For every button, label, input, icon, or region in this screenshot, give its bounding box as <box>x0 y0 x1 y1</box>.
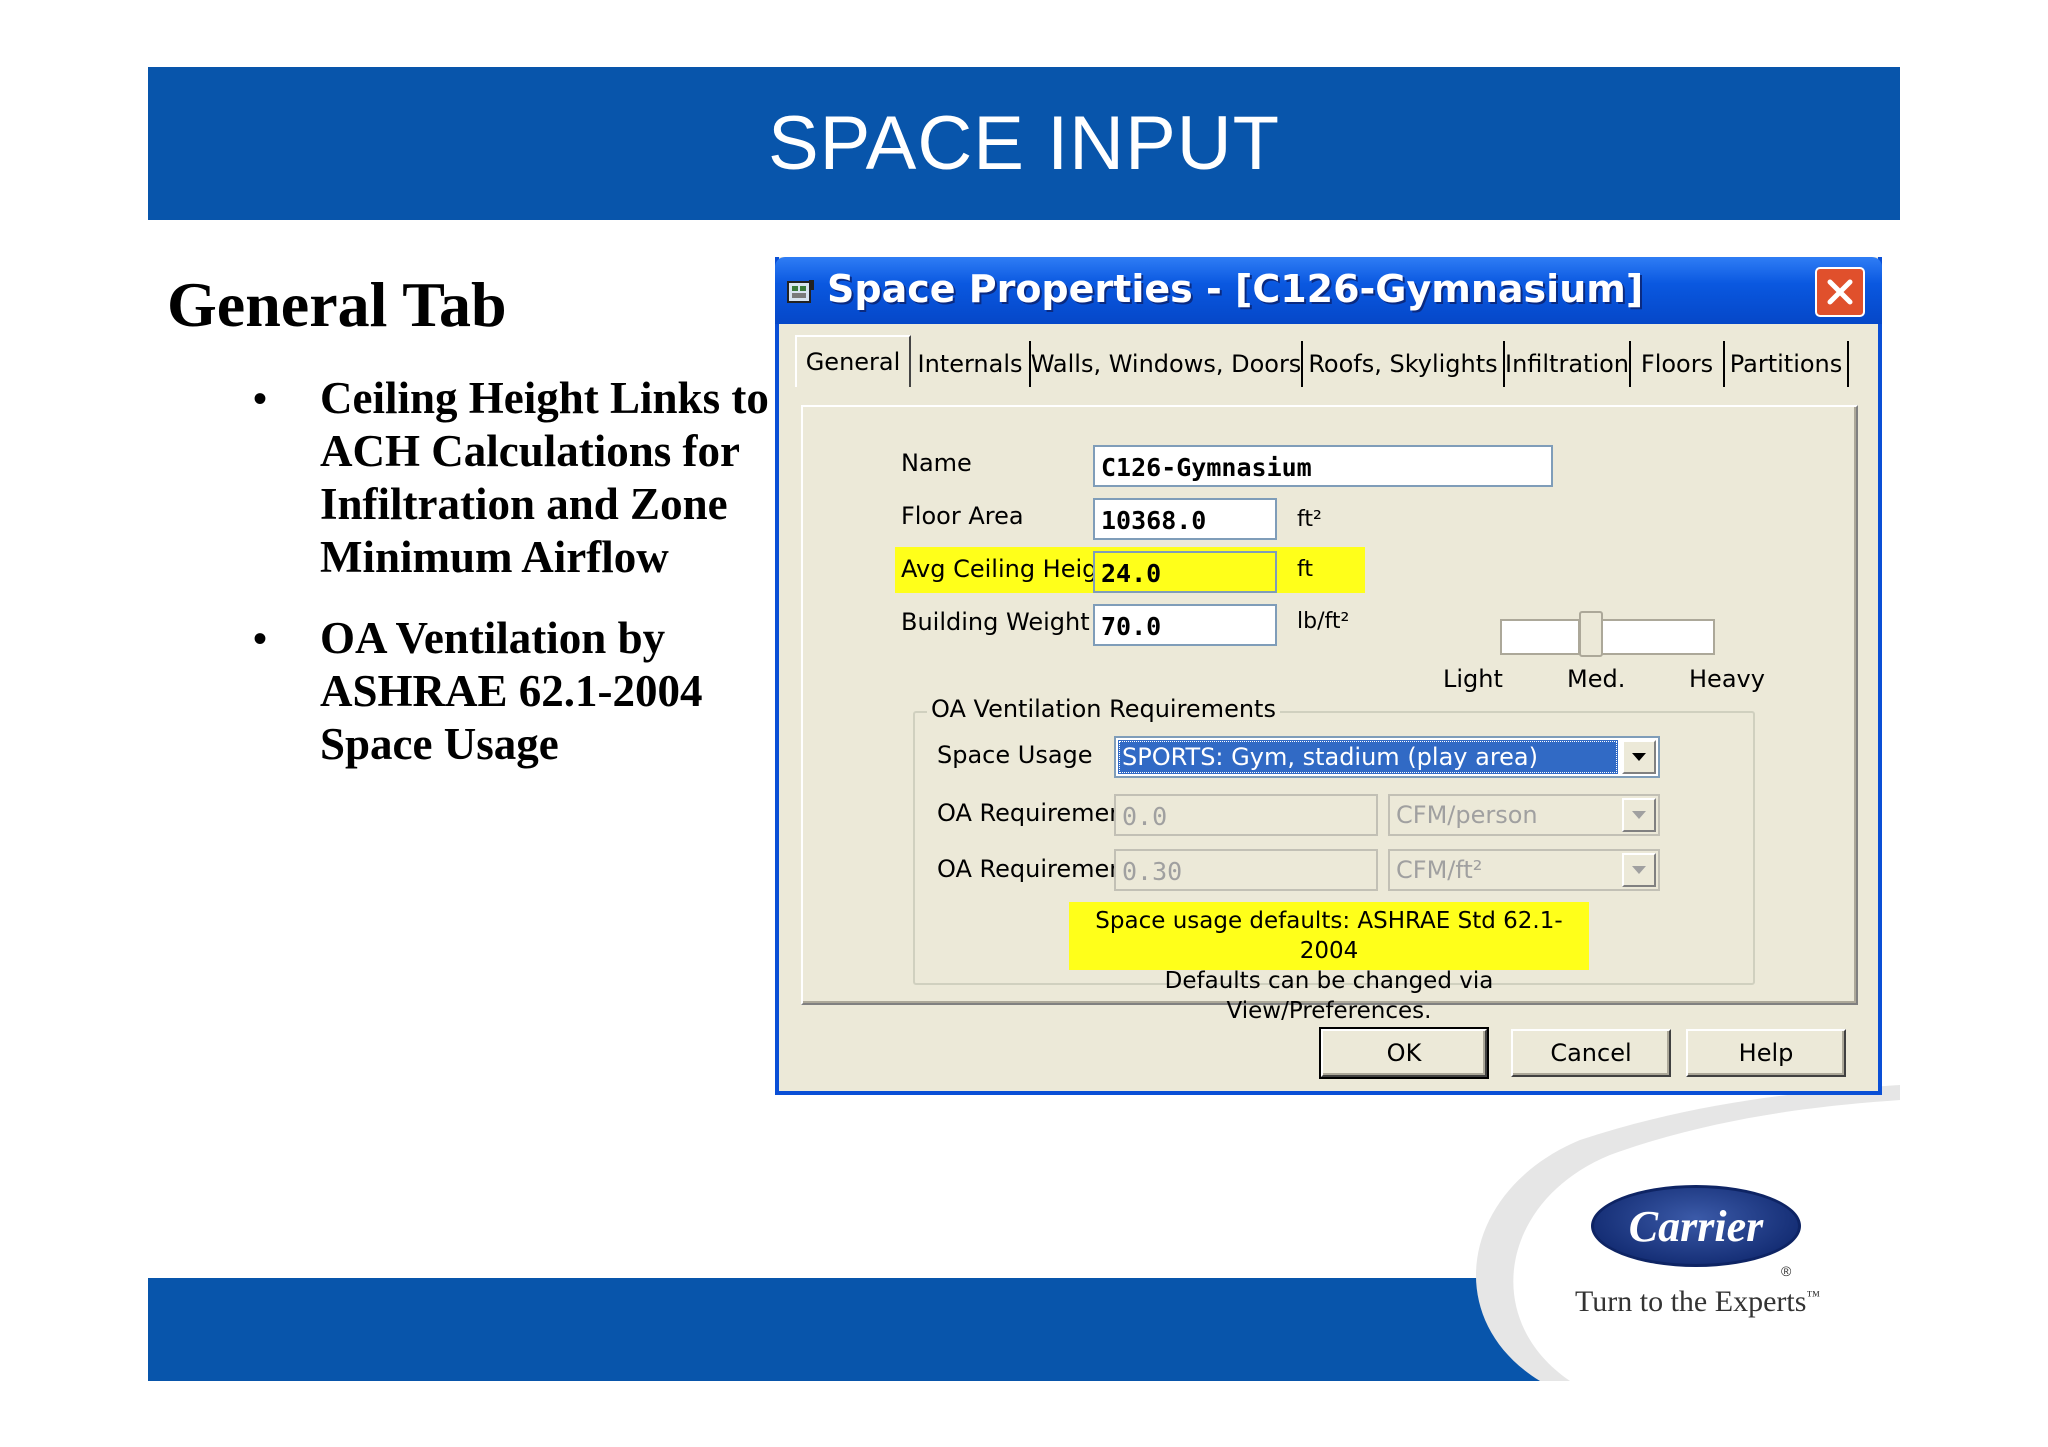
name-field[interactable]: C126-Gymnasium <box>1093 445 1553 487</box>
bullet-list: • Ceiling Height Links to ACH Calculatio… <box>253 372 773 799</box>
oa-requirement-1-field[interactable]: 0.0 <box>1114 794 1378 836</box>
floor-area-label: Floor Area <box>901 502 1024 530</box>
ceiling-height-field[interactable]: 24.0 <box>1093 551 1277 593</box>
tab-walls-windows-doors[interactable]: Walls, Windows, Doors <box>1031 341 1303 387</box>
bullet-item: • OA Ventilation by ASHRAE 62.1-2004 Spa… <box>253 612 773 771</box>
oa-requirement-2-field[interactable]: 0.30 <box>1114 849 1378 891</box>
weight-slider-track[interactable] <box>1500 619 1580 655</box>
dialog-titlebar[interactable]: Space Properties - [C126-Gymnasium] <box>775 257 1882 324</box>
space-usage-select[interactable]: SPORTS: Gym, stadium (play area) <box>1114 736 1660 778</box>
slider-label-heavy: Heavy <box>1689 665 1765 693</box>
space-usage-dropdown-button[interactable] <box>1622 740 1656 774</box>
tagline-trademark: ™ <box>1806 1289 1821 1304</box>
dropdown-arrow-icon <box>1632 753 1646 761</box>
oa-requirement-2-dropdown-button[interactable] <box>1622 853 1656 887</box>
app-icon <box>787 280 814 303</box>
tab-roofs-skylights[interactable]: Roofs, Skylights <box>1303 341 1505 387</box>
registered-mark: ® <box>1781 1263 1792 1279</box>
ok-button[interactable]: OK <box>1319 1027 1489 1079</box>
tab-infiltration[interactable]: Infiltration <box>1505 341 1631 387</box>
floor-area-field[interactable]: 10368.0 <box>1093 498 1277 540</box>
building-weight-unit: lb/ft² <box>1297 609 1350 634</box>
tab-internals[interactable]: Internals <box>911 341 1031 387</box>
building-weight-field[interactable]: 70.0 <box>1093 604 1277 646</box>
space-usage-value: SPORTS: Gym, stadium (play area) <box>1118 740 1618 774</box>
defaults-note-line-1: Space usage defaults: ASHRAE Std 62.1-20… <box>1095 908 1563 964</box>
bullet-item: • Ceiling Height Links to ACH Calculatio… <box>253 372 773 584</box>
slider-label-med: Med. <box>1567 665 1626 693</box>
tab-partitions[interactable]: Partitions <box>1725 341 1849 387</box>
close-icon <box>1827 279 1853 305</box>
oa-requirement-2-unit-select[interactable]: CFM/ft² <box>1388 849 1660 891</box>
oa-ventilation-group-label: OA Ventilation Requirements <box>927 695 1280 723</box>
general-tab-panel: Name C126-Gymnasium Floor Area 10368.0 f… <box>801 405 1858 1024</box>
carrier-logo-oval: Carrier <box>1591 1185 1801 1267</box>
bullet-text: OA Ventilation by ASHRAE 62.1-2004 Space… <box>320 613 703 769</box>
defaults-note: Space usage defaults: ASHRAE Std 62.1-20… <box>1069 902 1589 1024</box>
close-button[interactable] <box>1815 267 1865 317</box>
tab-general[interactable]: General <box>795 335 911 387</box>
dropdown-arrow-icon <box>1632 866 1646 874</box>
building-weight-label: Building Weight <box>901 608 1090 636</box>
bullet-dot: • <box>253 616 268 661</box>
tagline-text: Turn to the Experts <box>1575 1285 1807 1318</box>
bullet-dot: • <box>253 376 268 421</box>
oa-requirement-1-unit-select[interactable]: CFM/person <box>1388 794 1660 836</box>
oa-requirement-2-unit: CFM/ft² <box>1396 856 1483 884</box>
ceiling-height-label: Avg Ceiling Height <box>901 555 1123 583</box>
help-button[interactable]: Help <box>1686 1029 1846 1077</box>
name-label: Name <box>901 449 972 477</box>
slide-title: SPACE INPUT <box>767 101 1281 186</box>
tab-floors[interactable]: Floors <box>1631 341 1725 387</box>
ceiling-height-unit: ft <box>1297 557 1313 582</box>
dialog-title: Space Properties - [C126-Gymnasium] <box>827 267 1644 311</box>
cancel-button[interactable]: Cancel <box>1511 1029 1671 1077</box>
floor-area-unit: ft² <box>1297 507 1322 532</box>
slider-label-light: Light <box>1443 665 1503 693</box>
bullet-text: Ceiling Height Links to ACH Calculations… <box>320 373 769 582</box>
oa-requirement-1-unit: CFM/person <box>1396 801 1538 829</box>
oa-requirement-1-dropdown-button[interactable] <box>1622 798 1656 832</box>
logo-tagline: Turn to the Experts™ <box>1575 1285 1875 1319</box>
weight-slider-track[interactable] <box>1600 619 1715 655</box>
section-heading: General Tab <box>167 269 507 340</box>
space-properties-dialog: Space Properties - [C126-Gymnasium] Gene… <box>775 257 1882 1095</box>
space-usage-label: Space Usage <box>937 741 1093 769</box>
defaults-note-line-2: Defaults can be changed via View/Prefere… <box>1164 968 1494 1024</box>
weight-slider-thumb[interactable] <box>1579 611 1603 657</box>
dropdown-arrow-icon <box>1632 811 1646 819</box>
